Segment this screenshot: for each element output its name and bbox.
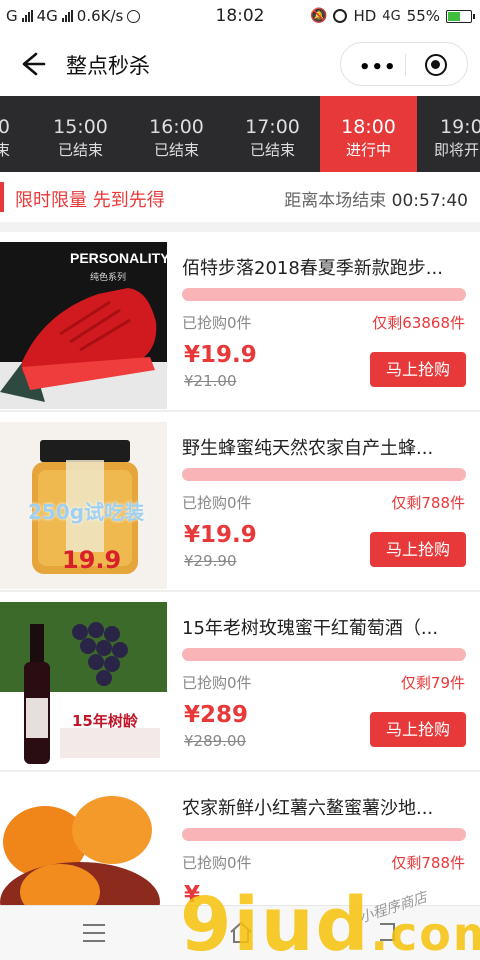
tab-time: 0 (0, 116, 10, 138)
tab-status: 已结束 (57, 141, 103, 159)
tab-status: 进行中 (345, 141, 391, 159)
product-name[interactable]: 野生蜂蜜纯天然农家自产土蜂... (182, 434, 467, 460)
product-item[interactable]: 250g试吃装 19.9 野生蜂蜜纯天然农家自产土蜂... 已抢购0件 仅剩78… (0, 412, 480, 592)
tab-time: 19:00 (440, 116, 480, 138)
watermark-main: 9iud (180, 882, 371, 960)
mini-program-capsule: ••• (340, 42, 468, 86)
close-mini-program-icon[interactable] (425, 54, 447, 76)
original-price: ¥29.90 (184, 552, 237, 570)
honey-image-title: 250g试吃装 (28, 500, 145, 524)
mute-icon: 🔕 (310, 8, 328, 24)
original-price: ¥21.00 (184, 372, 237, 390)
shoe-image-subtitle: 纯色系列 (90, 273, 127, 283)
sold-count: 已抢购0件 (182, 494, 252, 512)
tab-status: 已结束 (153, 141, 199, 159)
menu-icon[interactable] (83, 924, 105, 942)
countdown: 距离本场结束 00:57:40 (284, 186, 468, 211)
sold-count: 已抢购0件 (182, 314, 252, 332)
sale-progress-bar (182, 468, 466, 481)
product-name[interactable]: 农家新鲜小红薯六鳌蜜薯沙地... (182, 794, 467, 820)
notice-slogan: 限时限量 先到先得 (15, 190, 165, 211)
product-list: PERSONALITY 纯色系列 佰特步落2018春夏季新款跑步... 已抢购0… (0, 232, 480, 952)
product-item[interactable]: PERSONALITY 纯色系列 佰特步落2018春夏季新款跑步... 已抢购0… (0, 232, 480, 412)
remaining-stock: 仅剩79件 (400, 674, 465, 692)
tab-1600[interactable]: 16:00 已结束 (128, 96, 225, 172)
wine-image-title: 15年树龄 (72, 712, 138, 730)
sale-progress-bar (182, 288, 466, 301)
site-watermark: 9iud.com (180, 882, 480, 960)
sale-price: ¥289 (184, 702, 249, 728)
sold-count: 已抢购0件 (182, 674, 252, 692)
tab-1800-active[interactable]: 18:00 进行中 (320, 96, 417, 172)
tab-1900[interactable]: 19:00 即将开 (420, 96, 480, 172)
sale-notice-bar: 限时限量 先到先得 距离本场结束 00:57:40 (0, 172, 480, 222)
product-image-wine[interactable]: 15年树龄 (0, 602, 167, 769)
remaining-stock: 仅剩788件 (391, 494, 465, 512)
flash-sale-page: G 4G 0.6K/s 18:02 🔕 HD 4G 55% 整点秒杀 ••• 0… (0, 0, 480, 960)
notice-accent-bar (0, 182, 4, 212)
sale-progress-bar (182, 828, 466, 841)
battery-fill (448, 11, 460, 21)
network-label-2: 4G (382, 8, 401, 24)
tab-time: 18:00 (341, 116, 396, 138)
capsule-divider (405, 54, 406, 76)
back-arrow-icon[interactable] (16, 48, 48, 80)
sale-price: ¥19.9 (184, 342, 257, 368)
tab-status: 即将开 (434, 141, 480, 159)
battery-percent: 55% (406, 7, 440, 25)
remaining-stock: 仅剩63868件 (372, 314, 465, 332)
nav-bar: 整点秒杀 ••• (0, 32, 480, 96)
more-icon[interactable]: ••• (359, 57, 397, 78)
countdown-label: 距离本场结束 (284, 191, 387, 211)
product-image-shoe[interactable]: PERSONALITY 纯色系列 (0, 242, 167, 409)
buy-now-button[interactable]: 马上抢购 (370, 712, 466, 747)
hd-label: HD (353, 7, 377, 25)
product-item[interactable]: 15年树龄 15年老树玫瑰蜜干红葡萄酒（... 已抢购0件 仅剩79件 ¥289… (0, 592, 480, 772)
shoe-image-title: PERSONALITY (70, 250, 167, 266)
alarm-icon (333, 9, 348, 23)
tab-time: 17:00 (245, 116, 300, 138)
product-image-honey[interactable]: 250g试吃装 19.9 (0, 422, 167, 589)
honey-image-price: 19.9 (62, 546, 122, 574)
tab-1500[interactable]: 15:00 已结束 (32, 96, 129, 172)
buy-now-button[interactable]: 马上抢购 (370, 352, 466, 387)
battery-icon (446, 9, 475, 23)
sale-progress-bar (182, 648, 466, 661)
buy-now-button[interactable]: 马上抢购 (370, 532, 466, 567)
remaining-stock: 仅剩788件 (391, 854, 465, 872)
product-name[interactable]: 15年老树玫瑰蜜干红葡萄酒（... (182, 614, 467, 640)
original-price: ¥289.00 (184, 732, 247, 750)
sale-price: ¥19.9 (184, 522, 257, 548)
tab-prev[interactable]: 0 束 (0, 96, 20, 172)
status-bar: G 4G 0.6K/s 18:02 🔕 HD 4G 55% (0, 0, 480, 32)
page-title: 整点秒杀 (66, 54, 150, 78)
tab-status: 已结束 (249, 141, 295, 159)
tab-status: 束 (0, 141, 10, 159)
sold-count: 已抢购0件 (182, 854, 252, 872)
tab-time: 16:00 (149, 116, 204, 138)
product-name[interactable]: 佰特步落2018春夏季新款跑步... (182, 254, 467, 280)
tab-time: 15:00 (53, 116, 108, 138)
status-right: 🔕 HD 4G 55% (310, 7, 475, 25)
tab-1700[interactable]: 17:00 已结束 (224, 96, 321, 172)
countdown-time: 00:57:40 (391, 191, 468, 211)
time-slot-tabs: 0 束 15:00 已结束 16:00 已结束 17:00 已结束 18:00 … (0, 96, 480, 172)
